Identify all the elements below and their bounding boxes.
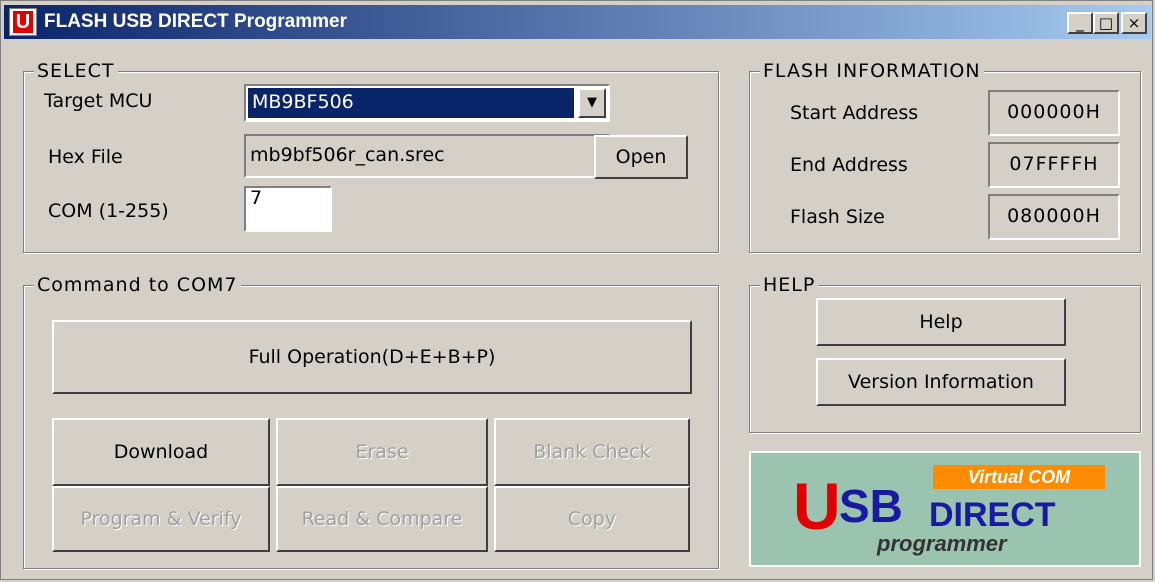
start-address-label: Start Address [790,102,919,124]
hex-file-field[interactable]: mb9bf506r_can.srec [244,134,610,178]
help-button[interactable]: Help [816,298,1066,346]
command-group: Command to COM7 Full Operation(D+E+B+P) … [23,274,719,569]
command-legend: Command to COM7 [34,274,241,296]
help-legend: HELP [760,274,819,296]
target-mcu-label: Target MCU [44,90,153,112]
help-group: HELP Help Version Information [749,274,1141,433]
start-address-value: 000000H [988,90,1120,136]
com-input[interactable]: 7 [244,186,332,232]
flash-size-value: 080000H [988,194,1120,240]
logo-sb-text: SB [839,480,903,532]
copy-button[interactable]: Copy [494,486,690,552]
flash-info-legend: FLASH INFORMATION [760,60,984,82]
app-window: U FLASH USB DIRECT Programmer _ □ × SELE… [0,0,1153,580]
logo-direct-text: DIRECT [929,496,1056,534]
end-address-label: End Address [790,154,908,176]
com-label: COM (1-255) [48,200,169,222]
chevron-down-icon[interactable]: ▼ [578,88,606,118]
read-compare-button[interactable]: Read & Compare [276,486,488,552]
erase-button[interactable]: Erase [276,418,488,486]
minimize-button[interactable]: _ [1067,12,1093,34]
select-group: SELECT Target MCU MB9BF506 ▼ Hex File mb… [23,60,719,253]
open-button[interactable]: Open [594,135,688,179]
app-icon: U [9,8,37,36]
version-information-button[interactable]: Version Information [816,358,1066,406]
select-legend: SELECT [34,60,118,82]
blank-check-button[interactable]: Blank Check [494,418,690,486]
target-mcu-value: MB9BF506 [248,88,574,118]
logo-programmer-text: programmer [877,531,1007,556]
download-button[interactable]: Download [52,418,270,486]
flash-size-label: Flash Size [790,206,885,228]
usb-direct-logo: Virtual COM U SB DIRECT programmer [749,451,1141,567]
window-title: FLASH USB DIRECT Programmer [44,11,347,32]
close-button[interactable]: × [1121,12,1147,34]
target-mcu-select[interactable]: MB9BF506 ▼ [244,84,610,122]
flash-info-group: FLASH INFORMATION Start Address 000000H … [749,60,1141,253]
full-operation-button[interactable]: Full Operation(D+E+B+P) [52,320,692,394]
virtual-com-tag: Virtual COM [933,465,1105,489]
logo-u-letter: U [793,469,841,543]
title-bar[interactable]: U FLASH USB DIRECT Programmer _ □ × [4,5,1151,39]
hex-file-label: Hex File [48,146,123,168]
program-verify-button[interactable]: Program & Verify [52,486,270,552]
end-address-value: 07FFFFH [988,142,1120,188]
maximize-button[interactable]: □ [1093,12,1119,34]
